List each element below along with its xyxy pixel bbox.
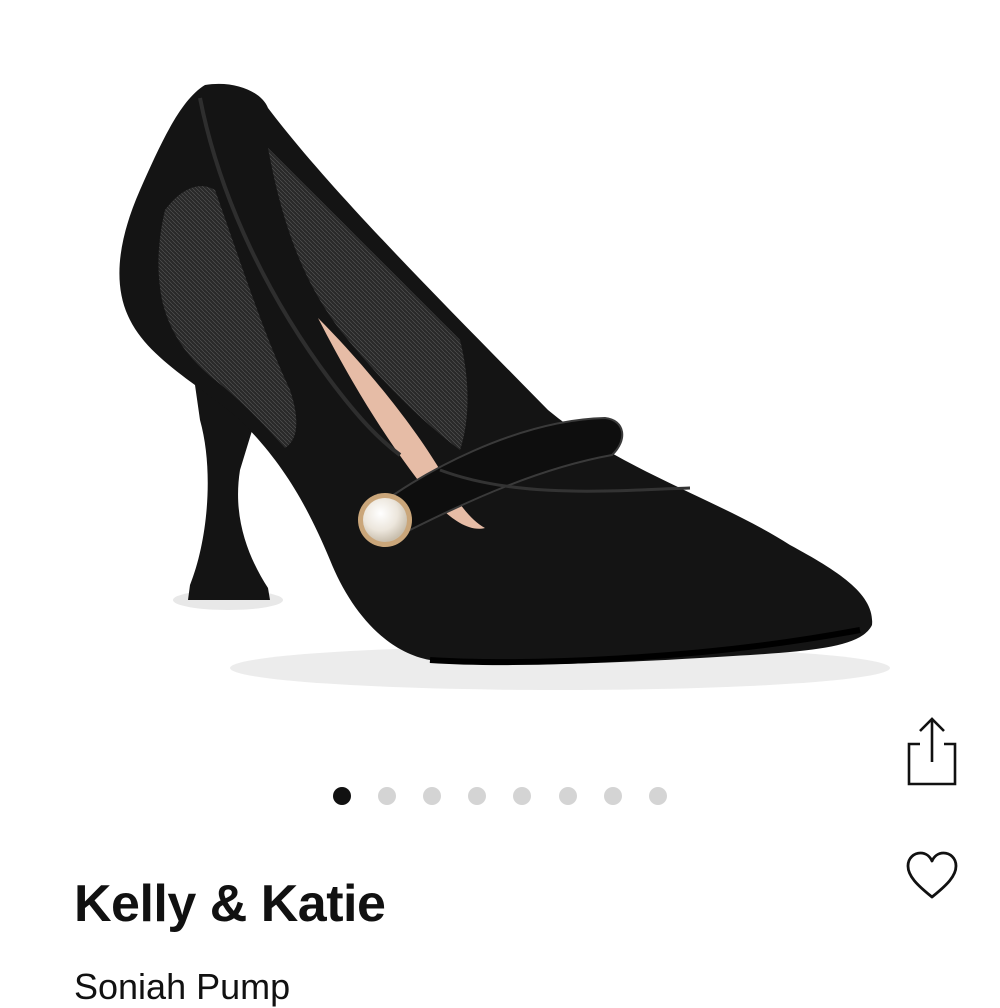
brand-name: Kelly & Katie — [74, 875, 386, 933]
share-icon — [907, 717, 957, 786]
share-button[interactable] — [904, 714, 960, 788]
carousel-pagination — [0, 784, 1000, 808]
carousel-dot[interactable] — [513, 787, 532, 805]
favorite-button[interactable] — [905, 850, 959, 902]
carousel-dot[interactable] — [648, 787, 667, 805]
carousel-dot[interactable] — [423, 787, 442, 805]
carousel-dot[interactable] — [468, 787, 487, 805]
heart-icon — [906, 851, 958, 899]
product-name: Soniah Pump — [74, 966, 291, 1007]
product-image[interactable] — [60, 40, 940, 740]
carousel-dot[interactable] — [558, 787, 577, 805]
carousel-dot-active[interactable] — [333, 787, 351, 805]
carousel-dot[interactable] — [378, 787, 397, 805]
carousel-dot[interactable] — [603, 787, 622, 805]
